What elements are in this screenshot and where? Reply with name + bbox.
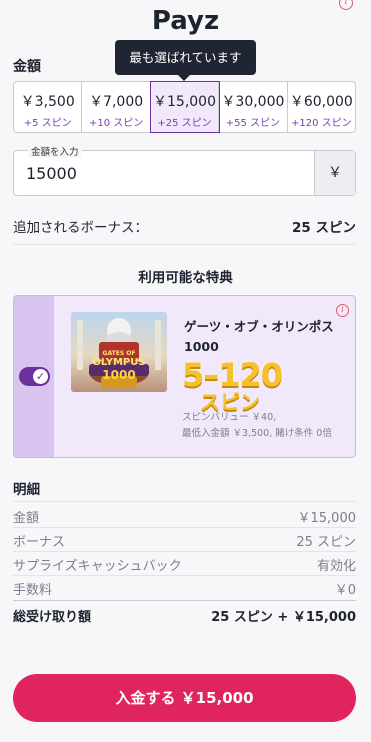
total-label: 総受け取り額	[13, 610, 92, 625]
detail-value: 25 スピン	[296, 535, 356, 550]
amount-input[interactable]	[14, 151, 314, 195]
amount-option-60000[interactable]: ￥60,000 +120 スピン	[288, 82, 355, 132]
amount-options: ￥3,500 +5 スピン ￥7,000 +10 スピン ￥15,000 +25…	[13, 81, 356, 133]
detail-total-row: 総受け取り額 25 スピン + ￥15,000	[13, 606, 356, 626]
detail-value: ￥15,000	[297, 511, 357, 526]
detail-label: 金額	[13, 511, 40, 526]
detail-row: サプライズキャッシュバック 有効化	[13, 555, 356, 575]
detail-value: ￥0	[334, 583, 356, 598]
amount-option-3500[interactable]: ￥3,500 +5 スピン	[14, 82, 83, 132]
divider	[13, 575, 356, 576]
offer-description: スピンバリュー ￥40, 最低入金額 ￥3,500, 賭け条件 0倍	[182, 410, 332, 442]
bonus-label: 追加されるボーナス：	[13, 220, 148, 236]
amount-option-7000[interactable]: ￥7,000 +10 スピン	[82, 82, 151, 132]
detail-label: ボーナス	[13, 535, 66, 550]
amount-value: ￥15,000	[153, 94, 217, 110]
detail-label: サプライズキャッシュバック	[13, 559, 182, 574]
details-title: 明細	[13, 482, 40, 498]
detail-row: 手数料 ￥0	[13, 579, 356, 599]
page-title: Payz	[151, 6, 220, 36]
amount-value: ￥7,000	[89, 94, 144, 110]
offer-toggle[interactable]: ✓	[19, 367, 50, 386]
divider	[13, 600, 356, 601]
amount-spins: +25 スピン	[157, 118, 212, 129]
amount-spins: +120 スピン	[291, 118, 352, 129]
detail-value: 有効化	[316, 559, 356, 574]
offer-name: ゲーツ・オブ・オリンポス 1000	[184, 317, 349, 357]
amount-label: 金額	[13, 59, 41, 75]
bonus-value: 25 スピン	[292, 220, 356, 236]
total-value: 25 スピン + ￥15,000	[211, 610, 356, 625]
detail-row: ボーナス 25 スピン	[13, 531, 356, 551]
amount-value: ￥60,000	[289, 94, 353, 110]
bonus-summary: 追加されるボーナス： 25 スピン	[13, 216, 356, 236]
offers-title: 利用可能な特典	[138, 270, 233, 286]
info-icon[interactable]: i	[336, 304, 349, 317]
divider	[13, 551, 356, 552]
deposit-button[interactable]: 入金する ￥15,000	[13, 674, 356, 722]
check-icon: ✓	[33, 369, 48, 384]
game-logo-num: 1000	[102, 368, 136, 382]
popular-tooltip: 最も選ばれています	[115, 40, 256, 81]
amount-value: ￥30,000	[221, 94, 285, 110]
offer-toggle-area: ✓	[14, 296, 54, 457]
divider	[13, 501, 356, 502]
amount-value: ￥3,500	[20, 94, 75, 110]
divider	[13, 527, 356, 528]
amount-spins: +5 スピン	[23, 118, 72, 129]
amount-spins: +10 スピン	[88, 118, 144, 129]
amount-option-15000[interactable]: ￥15,000 +25 スピン	[149, 81, 221, 133]
detail-label: 手数料	[13, 583, 53, 598]
offer-name-line2: 1000	[184, 339, 219, 354]
game-logo-main: OLYMPUS	[92, 357, 146, 368]
game-logo-top: GATES OF	[102, 350, 136, 357]
offer-desc-line1: スピンバリュー ￥40,	[182, 412, 277, 423]
amount-option-30000[interactable]: ￥30,000 +55 スピン	[219, 82, 288, 132]
offer-name-line1: ゲーツ・オブ・オリンポス	[184, 319, 334, 334]
game-thumbnail: GATES OF OLYMPUS 1000	[71, 312, 167, 392]
currency-suffix: ￥	[314, 151, 355, 195]
amount-input-group: 金額を入力 ￥	[13, 144, 356, 196]
detail-row: 金額 ￥15,000	[13, 507, 356, 527]
offer-card[interactable]: ✓ GATES OF OLYMPUS 1000 i ゲーツ・オブ・オリンポス 1…	[13, 295, 356, 458]
amount-spins: +55 スピン	[225, 118, 281, 129]
divider	[13, 244, 356, 245]
offer-desc-line2: 最低入金額 ￥3,500, 賭け条件 0倍	[182, 428, 332, 439]
